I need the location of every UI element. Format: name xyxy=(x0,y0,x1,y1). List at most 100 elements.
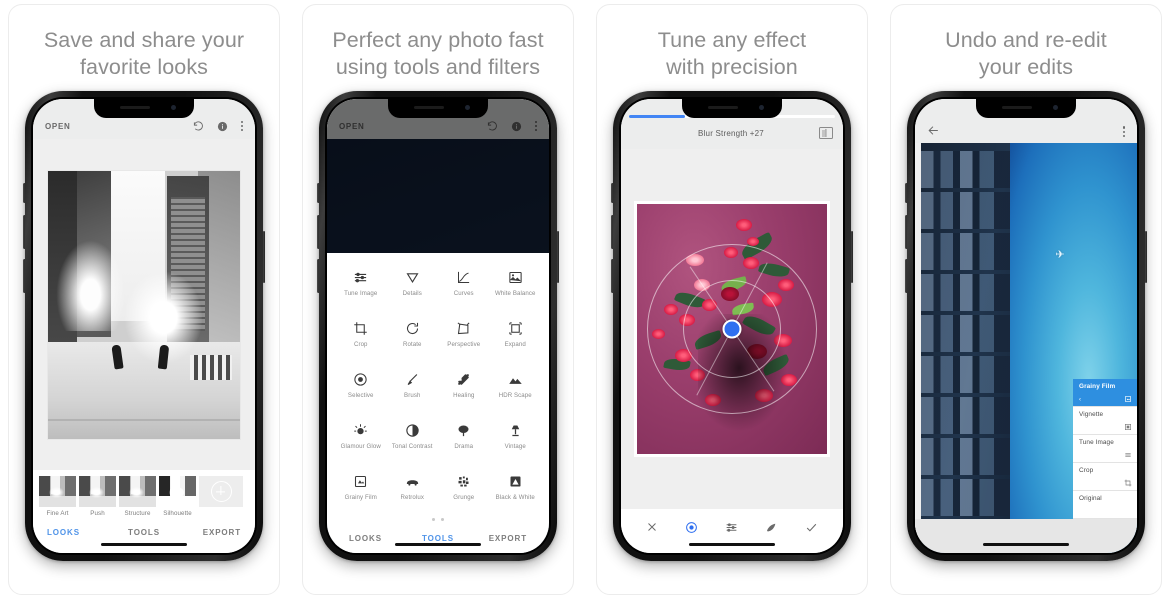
feature-card-tune: Tune any effect with precision xyxy=(596,4,868,595)
tool-brush[interactable]: Brush xyxy=(387,365,439,414)
crop-icon[interactable] xyxy=(1124,479,1132,487)
edit-stack-item-tune-image[interactable]: Tune Image xyxy=(1073,435,1137,463)
tool-retrolux[interactable]: Retrolux xyxy=(387,467,439,516)
tool-label: Brush xyxy=(404,392,420,399)
tool-label: Drama xyxy=(454,443,473,450)
tool-label: Grunge xyxy=(453,494,474,501)
check-icon[interactable] xyxy=(805,521,818,534)
phone-mockup-3: Blur Strength +27 xyxy=(613,91,851,561)
phone-mockup-4: ✈ Grainy Film ‹ xyxy=(907,91,1145,561)
pagination-dot[interactable] xyxy=(441,518,444,521)
tool-white-balance[interactable]: White Balance xyxy=(490,263,542,312)
close-x-icon[interactable] xyxy=(646,521,658,533)
look-thumbnail xyxy=(39,476,76,507)
tab-tools[interactable]: TOOLS xyxy=(112,528,177,537)
tool-black-and-white[interactable]: Black & White xyxy=(490,467,542,516)
grainy-film-icon[interactable] xyxy=(1124,395,1132,403)
tree-icon xyxy=(456,421,471,439)
tool-selective[interactable]: Selective xyxy=(335,365,387,414)
tool-label: Expand xyxy=(505,341,526,348)
tab-looks[interactable]: LOOKS xyxy=(47,528,112,537)
white-balance-icon xyxy=(508,268,523,286)
tool-label: Crop xyxy=(354,341,368,348)
tools-grid: Tune Image Details xyxy=(335,263,541,516)
open-button[interactable]: OPEN xyxy=(45,122,70,131)
tool-grainy-film[interactable]: Grainy Film xyxy=(335,467,387,516)
perspective-icon xyxy=(456,319,471,337)
brush-stack-icon[interactable] xyxy=(765,521,778,534)
selective-control-point[interactable] xyxy=(723,320,742,339)
add-look-button[interactable] xyxy=(199,476,243,507)
info-icon[interactable] xyxy=(511,121,522,132)
rotate-left-icon[interactable] xyxy=(193,121,204,132)
tool-hdr-scape[interactable]: HDR Scape xyxy=(490,365,542,414)
look-label: Push xyxy=(79,510,116,517)
grunge-icon xyxy=(456,472,471,490)
look-item[interactable]: Silhouette xyxy=(159,476,196,517)
grainy-film-icon xyxy=(353,472,368,490)
phone-body: Blur Strength +27 xyxy=(613,91,851,561)
photo-canvas[interactable] xyxy=(33,139,255,470)
kebab-menu-icon[interactable] xyxy=(241,121,243,132)
earpiece-speaker xyxy=(120,106,150,109)
back-arrow-icon[interactable] xyxy=(927,124,940,137)
tool-perspective[interactable]: Perspective xyxy=(438,314,490,363)
home-indicator xyxy=(689,543,775,547)
tab-tools[interactable]: TOOLS xyxy=(408,534,467,543)
tool-label: Grainy Film xyxy=(345,494,377,501)
looks-filmstrip[interactable]: Fine Art Push xyxy=(33,470,255,519)
rotate-left-icon[interactable] xyxy=(487,121,498,132)
compare-split-icon[interactable] xyxy=(819,127,833,139)
tool-drama[interactable]: Drama xyxy=(438,416,490,465)
edit-stack-item-crop[interactable]: Crop xyxy=(1073,463,1137,491)
triangle-down-icon xyxy=(405,268,420,286)
kebab-menu-icon[interactable] xyxy=(1123,126,1125,137)
tool-rotate[interactable]: Rotate xyxy=(387,314,439,363)
vignette-icon[interactable] xyxy=(1124,423,1132,431)
tool-details[interactable]: Details xyxy=(387,263,439,312)
edit-stack-item-vignette[interactable]: Vignette xyxy=(1073,407,1137,435)
photo-canvas[interactable] xyxy=(621,149,843,509)
open-button[interactable]: OPEN xyxy=(339,122,364,131)
chevron-left-icon[interactable]: ‹ xyxy=(1079,397,1081,403)
feature-card-undo: Undo and re-edit your edits xyxy=(890,4,1162,595)
lamp-icon xyxy=(508,421,523,439)
edit-stack-label: Vignette xyxy=(1079,411,1103,418)
look-item[interactable]: Push xyxy=(79,476,116,517)
pagination-dot[interactable] xyxy=(432,518,435,521)
tool-healing[interactable]: Healing xyxy=(438,365,490,414)
tool-tune-image[interactable]: Tune Image xyxy=(335,263,387,312)
edit-stack-item-original[interactable]: Original xyxy=(1073,491,1137,519)
info-icon[interactable] xyxy=(217,121,228,132)
look-item[interactable]: Fine Art xyxy=(39,476,76,517)
look-label: Silhouette xyxy=(159,510,196,517)
home-indicator xyxy=(983,543,1069,547)
tool-label: Healing xyxy=(453,392,474,399)
card-title: Save and share your favorite looks xyxy=(23,27,266,81)
tool-crop[interactable]: Crop xyxy=(335,314,387,363)
tool-tonal-contrast[interactable]: Tonal Contrast xyxy=(387,416,439,465)
tab-export[interactable]: EXPORT xyxy=(176,528,241,537)
tune-image-icon[interactable] xyxy=(1124,451,1132,459)
tab-export[interactable]: EXPORT xyxy=(468,534,527,543)
tool-label: Tonal Contrast xyxy=(392,443,433,450)
tool-glamour-glow[interactable]: Glamour Glow xyxy=(335,416,387,465)
plus-icon xyxy=(211,481,232,502)
kebab-menu-icon[interactable] xyxy=(535,121,537,132)
tool-curves[interactable]: Curves xyxy=(438,263,490,312)
sliders-icon[interactable] xyxy=(725,521,738,534)
screenshot-stage: Save and share your favorite looks OPEN xyxy=(0,0,1170,595)
tab-looks[interactable]: LOOKS xyxy=(349,534,408,543)
tool-vintage[interactable]: Vintage xyxy=(490,416,542,465)
tool-expand[interactable]: Expand xyxy=(490,314,542,363)
look-item[interactable]: Structure xyxy=(119,476,156,517)
tool-label: Vintage xyxy=(505,443,526,450)
phone-screen: OPEN xyxy=(33,99,255,553)
phone-bezel: OPEN xyxy=(325,97,551,555)
home-indicator xyxy=(395,543,481,547)
lens-target-icon[interactable] xyxy=(685,521,698,534)
front-camera xyxy=(1053,105,1058,110)
phone-screen: ✈ Grainy Film ‹ xyxy=(915,99,1137,553)
tool-grunge[interactable]: Grunge xyxy=(438,467,490,516)
edit-stack-item-grainy-film[interactable]: Grainy Film ‹ xyxy=(1073,379,1137,407)
